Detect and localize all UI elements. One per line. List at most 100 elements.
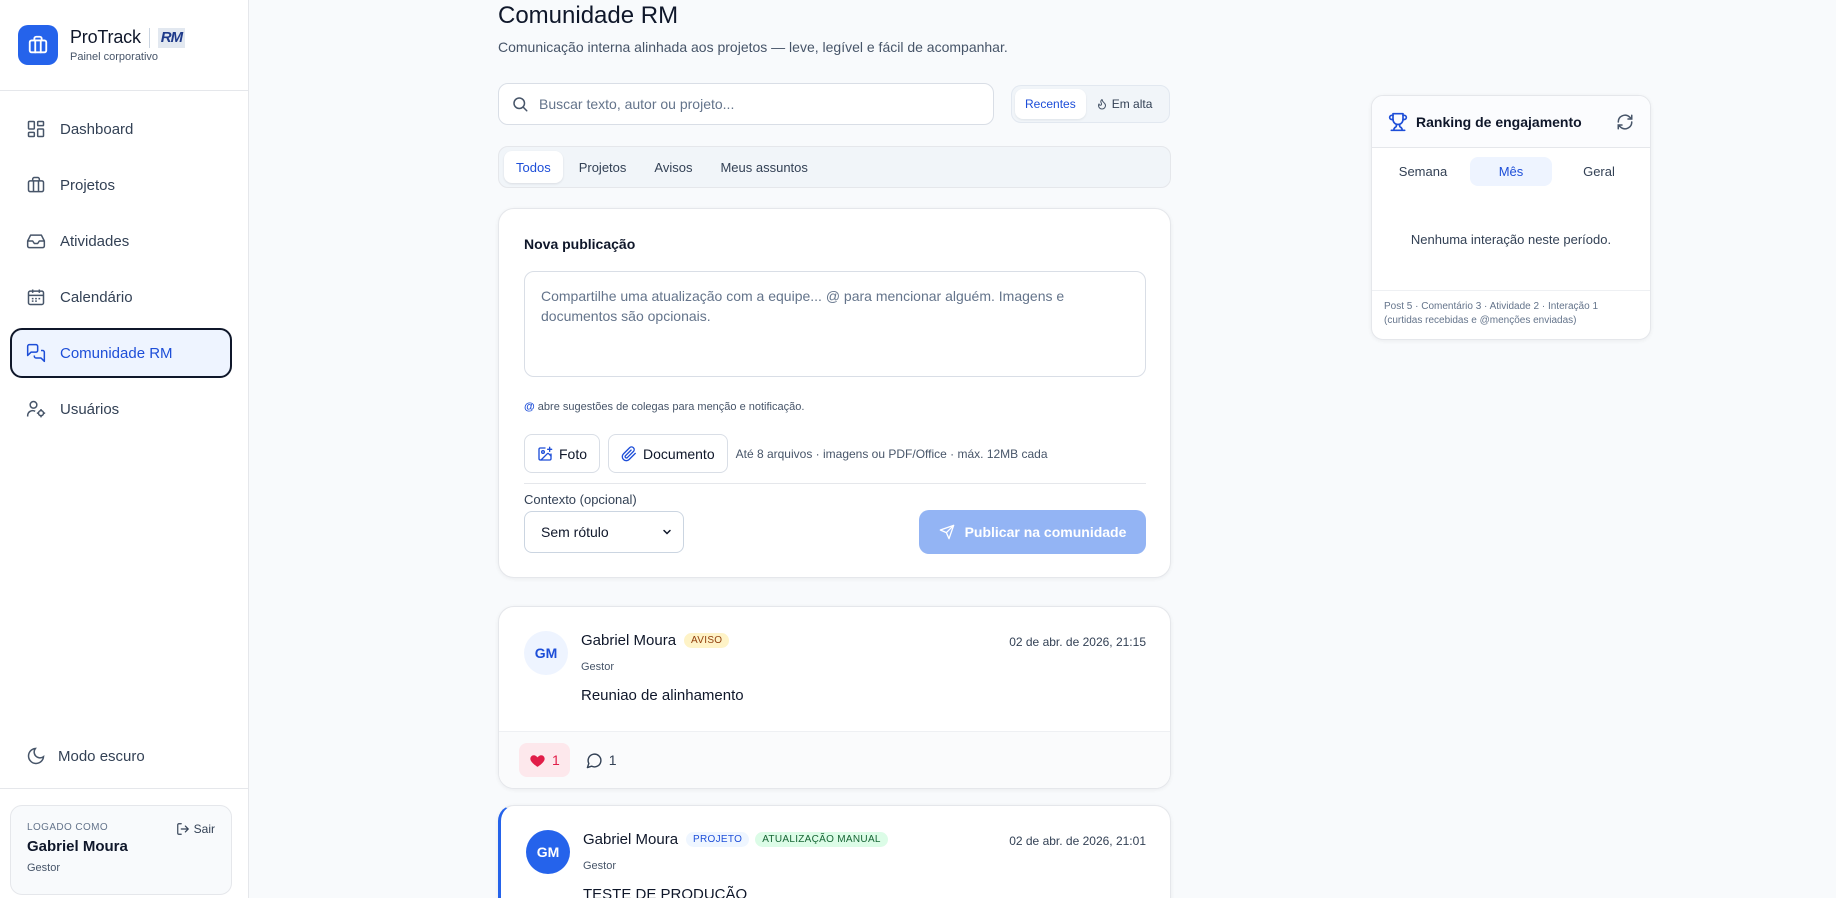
attachment-note: Até 8 arquivos · imagens ou PDF/Office ·… bbox=[735, 446, 1048, 461]
post-card: GM Gabriel Moura PROJETO ATUALIZAÇÃO MAN… bbox=[498, 805, 1171, 898]
manual-update-badge: ATUALIZAÇÃO MANUAL bbox=[755, 832, 888, 847]
comment-count: 1 bbox=[608, 752, 617, 768]
inbox-icon bbox=[26, 234, 46, 249]
search-icon bbox=[513, 97, 528, 112]
dark-mode-label: Modo escuro bbox=[58, 747, 145, 765]
flame-icon bbox=[1097, 99, 1106, 110]
post-date: 02 de abr. de 2026, 21:15 bbox=[1009, 635, 1146, 649]
image-plus-icon bbox=[538, 446, 553, 461]
dark-mode-toggle[interactable]: Modo escuro bbox=[26, 746, 145, 766]
logout-button[interactable]: Sair bbox=[176, 822, 215, 836]
document-button[interactable]: Documento bbox=[608, 434, 728, 473]
new-post-composer: Nova publicação @ abre sugestões de cole… bbox=[498, 208, 1171, 578]
post-role: Gestor bbox=[583, 860, 617, 872]
refresh-icon[interactable] bbox=[1616, 113, 1634, 131]
like-count: 1 bbox=[552, 752, 560, 768]
filter-tabs: Todos Projetos Avisos Meus assuntos bbox=[498, 146, 1171, 188]
attachments-row: Foto Documento Até 8 arquivos · imagens … bbox=[524, 434, 1048, 473]
sort-recentes-button[interactable]: Recentes bbox=[1015, 89, 1086, 119]
context-select[interactable]: Sem rótulo bbox=[524, 511, 684, 553]
post-date: 02 de abr. de 2026, 21:01 bbox=[1009, 834, 1146, 848]
sort-toggle: Recentes Em alta bbox=[1011, 85, 1170, 123]
logout-label: Sair bbox=[193, 822, 215, 836]
trophy-icon bbox=[1388, 112, 1408, 131]
paperclip-icon bbox=[621, 445, 636, 461]
aviso-badge: AVISO bbox=[684, 633, 730, 648]
ranking-period-tabs: Semana Mês Geral bbox=[1372, 148, 1650, 195]
sort-em-alta-button[interactable]: Em alta bbox=[1086, 89, 1163, 119]
sidebar-item-atividades[interactable]: Atividades bbox=[10, 216, 232, 266]
sidebar-item-label: Dashboard bbox=[60, 120, 134, 138]
tab-todos[interactable]: Todos bbox=[504, 151, 563, 183]
tab-mes[interactable]: Mês bbox=[1470, 157, 1552, 186]
ranking-scoring-note: Post 5 · Comentário 3 · Atividade 2 · In… bbox=[1372, 290, 1650, 339]
brand: ProTrack RM Painel corporativo bbox=[0, 0, 248, 91]
user-role: Gestor bbox=[27, 862, 61, 874]
sidebar-item-label: Usuários bbox=[60, 400, 120, 418]
moon-icon bbox=[27, 747, 45, 765]
tab-avisos[interactable]: Avisos bbox=[642, 151, 704, 183]
composer-title: Nova publicação bbox=[524, 236, 636, 252]
briefcase-logo-icon bbox=[18, 25, 58, 65]
ranking-empty-message: Nenhuma interação neste período. bbox=[1410, 232, 1612, 247]
ranking-title: Ranking de engajamento bbox=[1416, 113, 1582, 130]
tab-semana[interactable]: Semana bbox=[1382, 157, 1464, 186]
document-label: Documento bbox=[643, 445, 715, 462]
post-body: TESTE DE PRODUÇÃO bbox=[583, 886, 748, 898]
context-label: Contexto (opcional) bbox=[524, 492, 637, 507]
mention-hint-text: abre sugestões de colegas para menção e … bbox=[537, 401, 805, 413]
engagement-ranking: Ranking de engajamento Semana Mês Geral … bbox=[1371, 95, 1651, 340]
brand-subtitle: Painel corporativo bbox=[70, 51, 159, 63]
tab-projetos[interactable]: Projetos bbox=[567, 151, 639, 183]
messages-icon bbox=[26, 343, 46, 363]
divider bbox=[524, 483, 1146, 484]
post-author-row: Gabriel Moura AVISO bbox=[581, 632, 730, 649]
post-card: GM Gabriel Moura AVISO Gestor 02 de abr.… bbox=[498, 606, 1171, 789]
divider bbox=[0, 788, 248, 789]
chevron-down-icon bbox=[663, 529, 671, 535]
sort-em-alta-label: Em alta bbox=[1111, 97, 1153, 111]
sidebar-item-calendario[interactable]: Calendário bbox=[10, 272, 232, 322]
publish-label: Publicar na comunidade bbox=[964, 524, 1127, 540]
post-author-row: Gabriel Moura PROJETO ATUALIZAÇÃO MANUAL bbox=[583, 831, 888, 848]
calendar-icon bbox=[27, 289, 45, 306]
briefcase-icon bbox=[27, 176, 45, 193]
sidebar-item-label: Projetos bbox=[60, 176, 116, 194]
sidebar-item-label: Comunidade RM bbox=[60, 344, 173, 362]
user-settings-icon bbox=[26, 400, 46, 418]
tab-meus-assuntos[interactable]: Meus assuntos bbox=[708, 151, 819, 183]
context-value: Sem rótulo bbox=[541, 524, 609, 540]
projeto-badge: PROJETO bbox=[686, 832, 750, 847]
brand-name: ProTrack bbox=[70, 27, 141, 47]
post-textarea[interactable] bbox=[524, 271, 1146, 377]
post-role: Gestor bbox=[581, 661, 615, 673]
heart-icon bbox=[530, 754, 545, 767]
comment-button[interactable]: 1 bbox=[576, 743, 627, 777]
post-actions: 1 1 bbox=[499, 731, 1170, 788]
sidebar-item-usuarios[interactable]: Usuários bbox=[10, 384, 232, 434]
ranking-header: Ranking de engajamento bbox=[1372, 96, 1650, 148]
search-box bbox=[498, 83, 994, 125]
brand-separator bbox=[148, 27, 150, 48]
user-card: LOGADO COMO Gabriel Moura Gestor Sair bbox=[10, 805, 232, 895]
sidebar-item-projetos[interactable]: Projetos bbox=[10, 160, 232, 210]
photo-label: Foto bbox=[559, 445, 588, 462]
user-name: Gabriel Moura bbox=[27, 838, 128, 855]
sidebar-item-comunidade-rm[interactable]: Comunidade RM bbox=[10, 328, 232, 378]
post-author[interactable]: Gabriel Moura bbox=[583, 831, 678, 848]
comment-icon bbox=[586, 752, 602, 768]
page-title: Comunidade RM bbox=[498, 2, 679, 29]
search-input[interactable] bbox=[539, 96, 959, 112]
sidebar-item-label: Atividades bbox=[60, 232, 130, 250]
avatar: GM bbox=[524, 631, 568, 675]
photo-button[interactable]: Foto bbox=[524, 434, 601, 473]
like-button[interactable]: 1 bbox=[519, 743, 570, 777]
publish-button[interactable]: Publicar na comunidade bbox=[919, 510, 1146, 554]
sidebar-item-dashboard[interactable]: Dashboard bbox=[10, 104, 232, 154]
logout-icon bbox=[176, 823, 189, 835]
avatar: GM bbox=[526, 830, 570, 874]
tab-geral[interactable]: Geral bbox=[1558, 157, 1640, 186]
send-icon bbox=[939, 524, 954, 540]
post-author[interactable]: Gabriel Moura bbox=[581, 632, 676, 649]
page-subtitle: Comunicação interna alinhada aos projeto… bbox=[498, 39, 1008, 55]
